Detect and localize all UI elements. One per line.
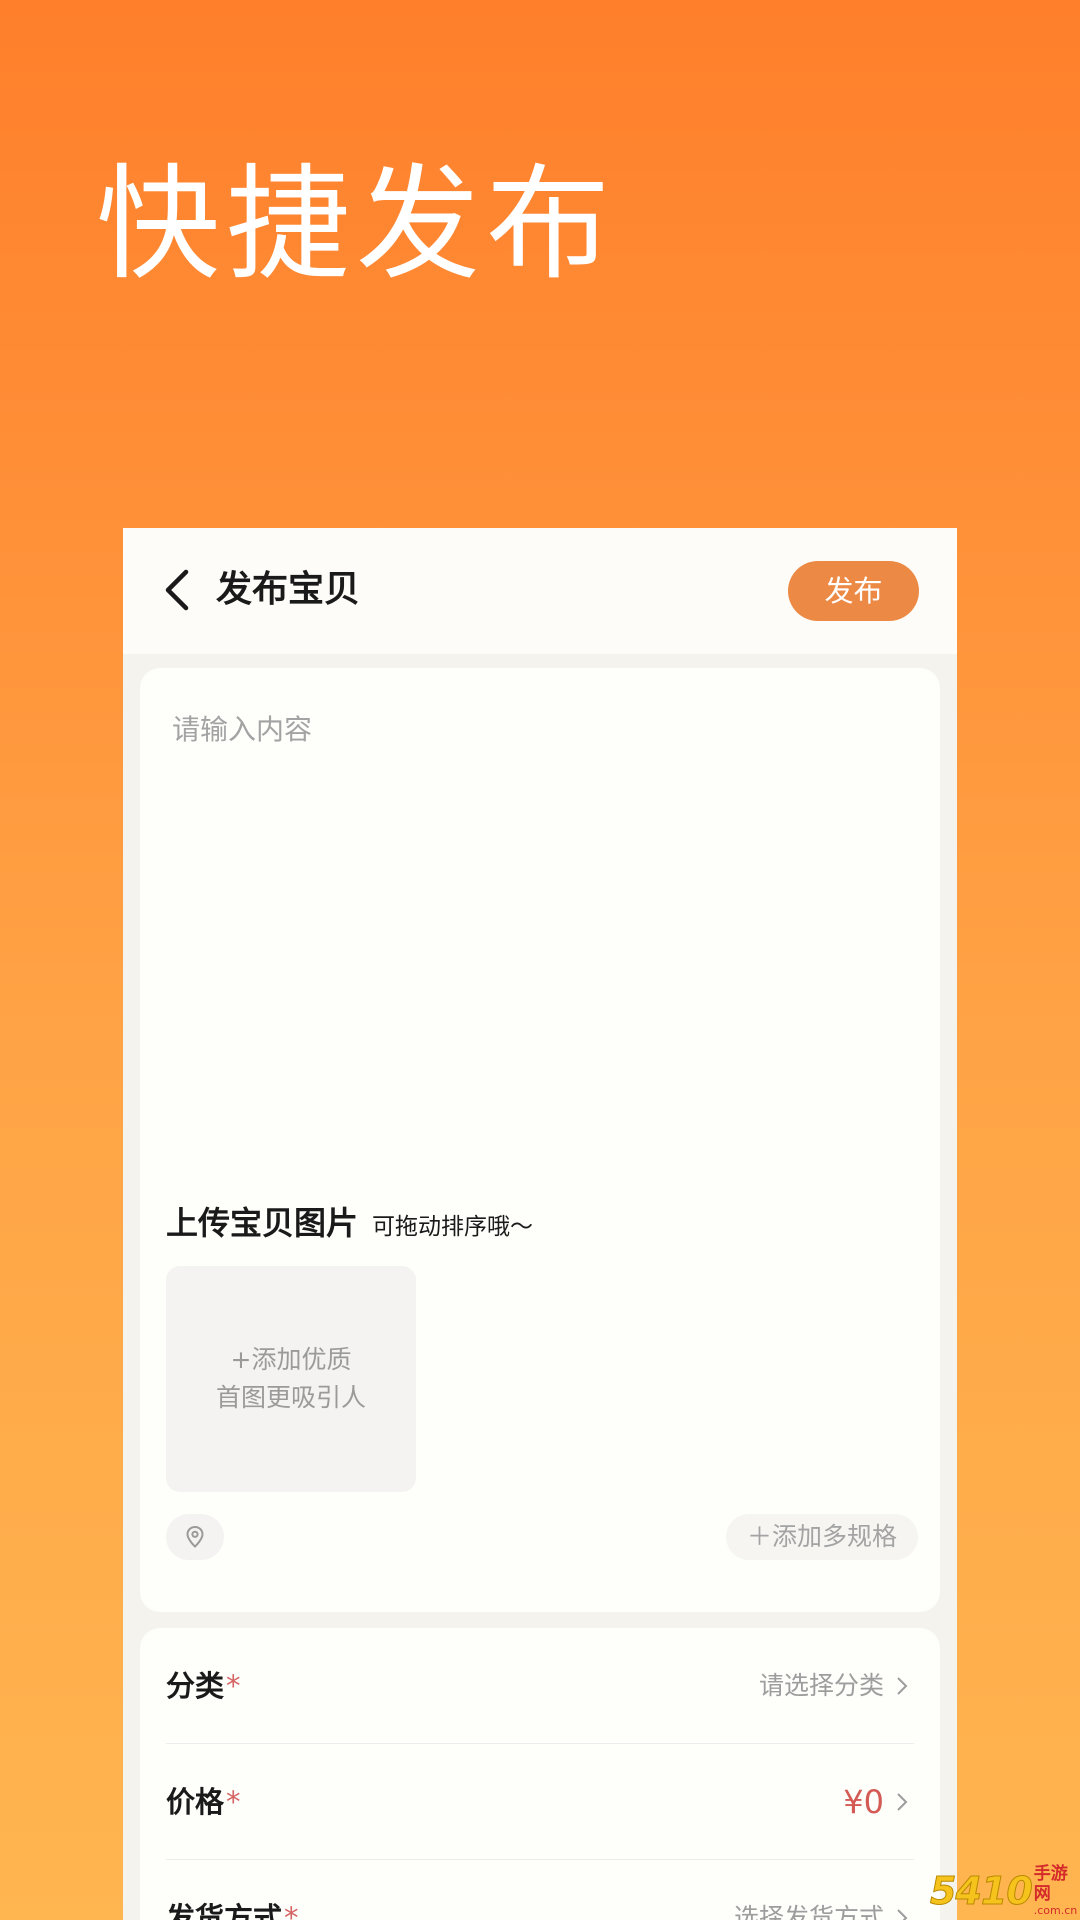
nav-bar: 发布宝贝 发布 xyxy=(123,528,957,654)
watermark-url: .com.cn xyxy=(1033,1904,1078,1917)
app-screen: 发布宝贝 发布 上传宝贝图片 可拖动排序哦～ +添加优质 首图更吸引人 ＋添加多… xyxy=(123,528,957,1920)
location-button[interactable] xyxy=(166,1514,224,1560)
price-label: 价格* xyxy=(166,1785,241,1819)
watermark-number: 5410 xyxy=(930,1869,1034,1914)
location-pin-icon xyxy=(186,1525,204,1548)
category-value: 请选择分类 xyxy=(758,1671,884,1700)
price-row[interactable]: 价格* ¥0 xyxy=(166,1744,914,1860)
add-image-sublabel: 首图更吸引人 xyxy=(215,1383,366,1412)
watermark-name: 手游网 xyxy=(1033,1864,1068,1904)
shipping-value: 选择发货方式 xyxy=(733,1903,884,1920)
add-image-button[interactable]: +添加优质 首图更吸引人 xyxy=(166,1266,416,1492)
category-label: 分类* xyxy=(166,1669,241,1703)
shipping-label: 发货方式* xyxy=(166,1901,299,1920)
content-card: 上传宝贝图片 可拖动排序哦～ +添加优质 首图更吸引人 ＋添加多规格 xyxy=(140,668,940,1612)
promo-title: 快捷发布 xyxy=(96,153,617,297)
shipping-row[interactable]: 发货方式* 选择发货方式 xyxy=(166,1860,914,1920)
publish-button[interactable]: 发布 xyxy=(788,561,919,621)
form-card: 分类* 请选择分类 价格* ¥0 发货方式* 选择发货方式 xyxy=(140,1628,940,1920)
add-image-label: +添加优质 xyxy=(230,1345,352,1374)
category-row[interactable]: 分类* 请选择分类 xyxy=(166,1628,914,1744)
price-value: ¥0 xyxy=(843,1783,884,1821)
chevron-right-icon xyxy=(890,1790,914,1814)
add-spec-button[interactable]: ＋添加多规格 xyxy=(726,1514,918,1560)
chevron-right-icon xyxy=(890,1906,914,1920)
content-input[interactable] xyxy=(172,708,908,1088)
upload-heading: 上传宝贝图片 可拖动排序哦～ xyxy=(166,1198,533,1246)
upload-hint: 可拖动排序哦～ xyxy=(372,1214,534,1240)
upload-title: 上传宝贝图片 xyxy=(166,1204,359,1242)
chevron-right-icon xyxy=(890,1674,914,1698)
page-title: 发布宝贝 xyxy=(216,569,361,610)
back-arrow-icon xyxy=(165,569,189,611)
watermark-logo: 5410 手游网 .com.cn xyxy=(930,1862,1080,1920)
back-button[interactable] xyxy=(145,558,209,622)
